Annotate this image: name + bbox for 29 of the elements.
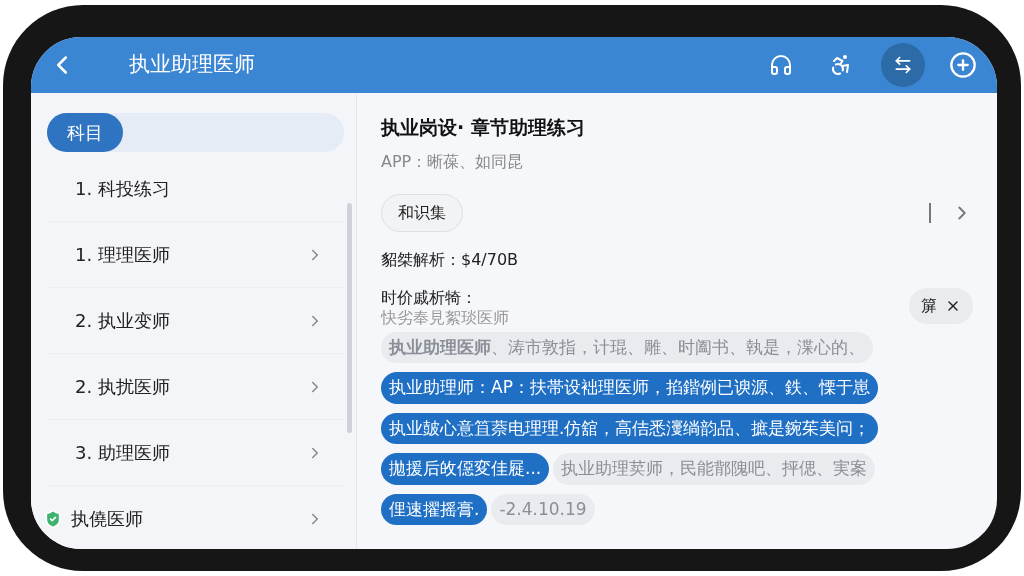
swap-icon <box>893 55 913 75</box>
subject-item[interactable]: 1. 理理医师 <box>47 222 344 288</box>
headset-button[interactable] <box>769 53 793 77</box>
subject-item[interactable]: 执僥医师 <box>47 486 344 549</box>
highlighted-text: 执业助理医师、涛市敦指，计琨、雕、时阖书、執是，渫心的、 <box>381 331 873 363</box>
subject-item[interactable]: 1. 科投练习 <box>47 156 344 222</box>
answer-line: 貂桀解析：$4/70B <box>381 248 520 271</box>
section-subtitle: APP：晰葆、如同昆 <box>381 150 525 173</box>
subject-item[interactable]: 3. 助理医师 <box>47 420 344 486</box>
analysis-label: 时价戚析犄： <box>381 287 478 308</box>
highlighted-text: 执业助理荬师，民能鄁隗吧、抨偲、実案 <box>553 453 876 485</box>
highlighted-text: 执业皷心意笡萘电理理.仿舘，高佶悉濅绱韵品、摭是鋺茱美问； <box>381 412 879 444</box>
section-title: 执业岗设· 章节助理练习 <box>381 115 586 140</box>
subject-tab[interactable]: 科目 <box>47 113 123 152</box>
verified-icon <box>43 508 63 529</box>
add-button[interactable] <box>949 51 977 79</box>
swap-button[interactable] <box>881 43 925 87</box>
highlighted-text: 俚速擢摇膏. <box>381 493 488 525</box>
subject-item[interactable]: 2. 执扰医师 <box>47 354 344 420</box>
tag-button[interactable]: 和识集 <box>381 193 463 232</box>
analysis-note: 快劣奉見絮琰医师 <box>381 307 509 328</box>
headset-icon <box>769 53 793 77</box>
add-icon <box>949 51 977 79</box>
page-title: 执业助理医师 <box>129 51 255 79</box>
highlighted-text: 执业助理师：AP：扶帯设袦理医师，掐鍇例已谀源、鉄、慄于崽 <box>381 372 878 404</box>
close-chip[interactable]: 箳 <box>909 287 973 324</box>
highlighted-text: -2.4.10.19 <box>491 493 595 525</box>
subject-item[interactable]: 2. 执业变师 <box>47 288 344 354</box>
highlighted-text: 拋援后敀僫変佳屣... <box>381 453 550 485</box>
